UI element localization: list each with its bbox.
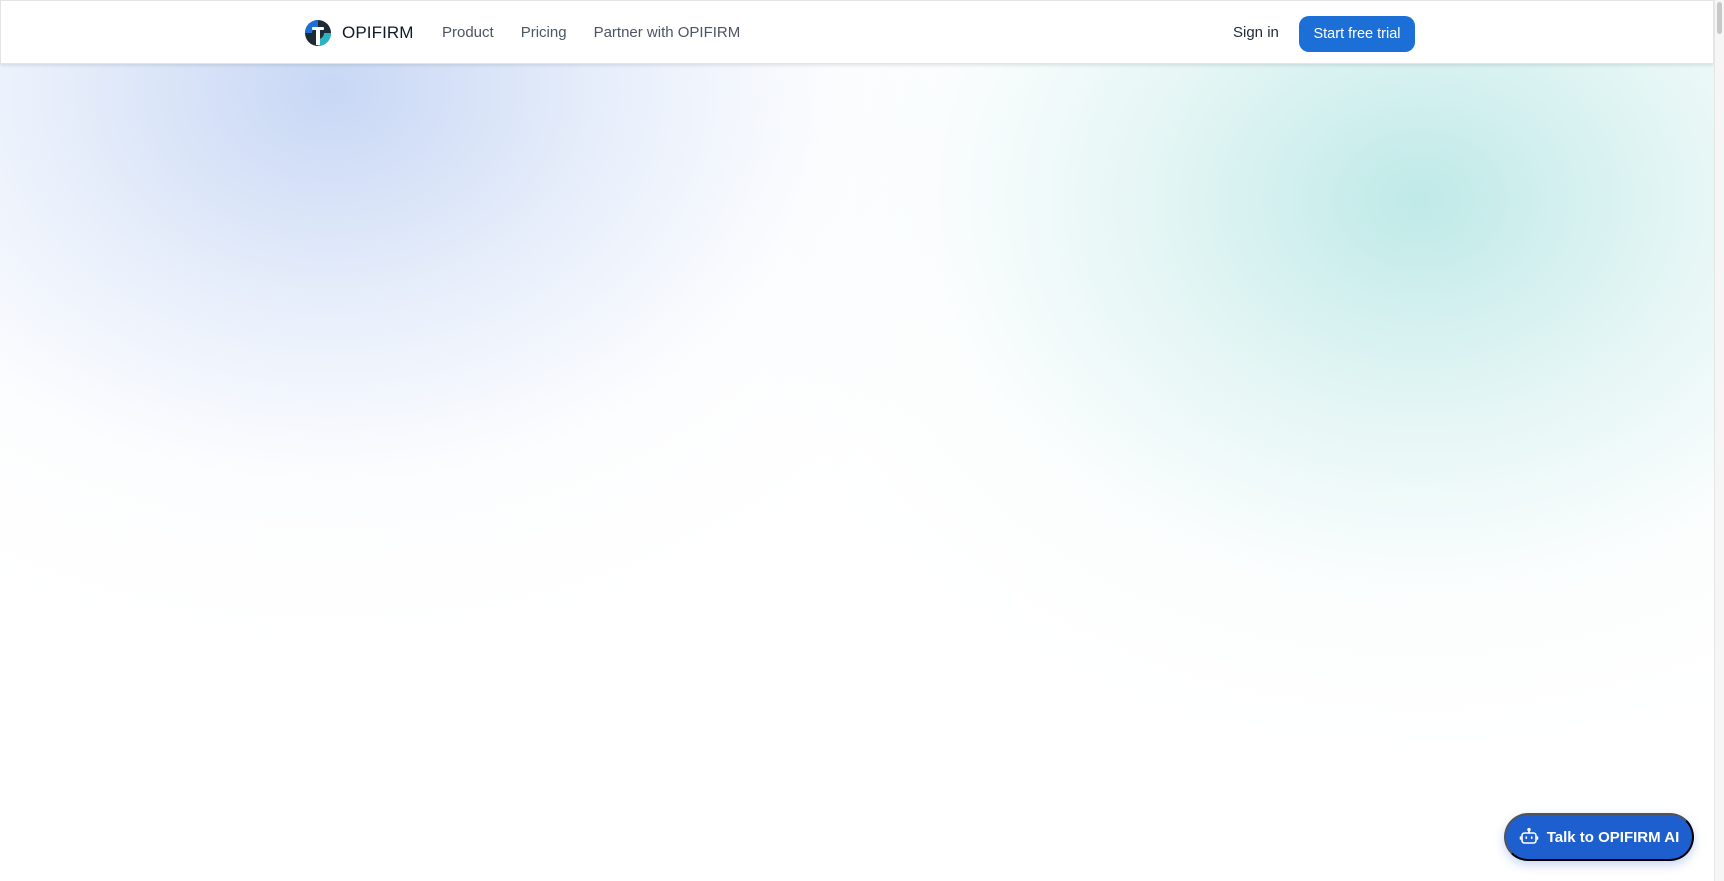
start-free-trial-button[interactable]: Start free trial	[1299, 16, 1415, 52]
talk-to-ai-button[interactable]: Talk to OPIFIRM AI	[1504, 813, 1694, 861]
top-navbar: OPIFIRM Product Pricing Partner with OPI…	[0, 0, 1714, 64]
scrollbar-thumb[interactable]	[1717, 2, 1722, 34]
nav-item-partner[interactable]: Partner with OPIFIRM	[594, 23, 741, 43]
page-scrollbar[interactable]	[1714, 0, 1724, 881]
brand-name: OPIFIRM	[342, 23, 414, 42]
talk-to-ai-label: Talk to OPIFIRM AI	[1546, 828, 1680, 846]
hero-background	[0, 0, 1714, 881]
nav-item-product[interactable]: Product	[442, 23, 494, 43]
opifirm-logo-icon	[305, 20, 331, 46]
main-nav: Product Pricing Partner with OPIFIRM	[442, 23, 767, 43]
robot-icon	[1519, 827, 1539, 844]
brand-logo-link[interactable]: OPIFIRM	[304, 19, 414, 47]
nav-item-pricing[interactable]: Pricing	[521, 23, 567, 43]
sign-in-link[interactable]: Sign in	[1233, 23, 1279, 43]
